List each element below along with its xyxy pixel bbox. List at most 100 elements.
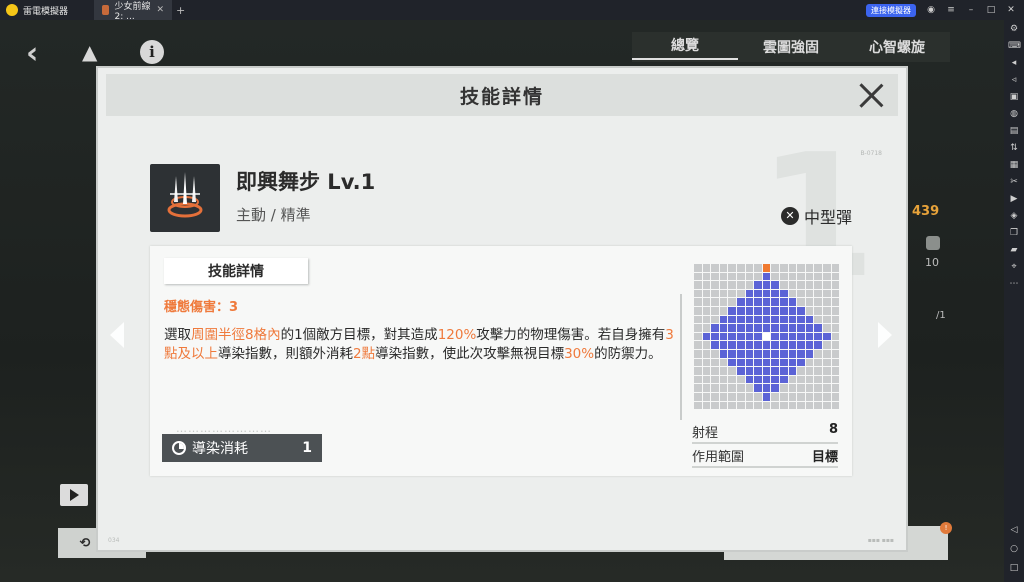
shake-icon[interactable]: ◈ — [1008, 211, 1020, 222]
settings-icon[interactable]: ⚙ — [1008, 24, 1020, 35]
multi-instance-icon[interactable]: ❐ — [1008, 228, 1020, 239]
grid-cell — [805, 306, 814, 315]
video-record-icon[interactable]: ▶ — [1008, 194, 1020, 205]
grid-cell — [788, 272, 797, 281]
grid-cell — [736, 392, 745, 401]
grid-cell-in-range — [788, 332, 797, 341]
tab-cloud-enhance[interactable]: 雲圖強固 — [738, 37, 844, 57]
grid-cell — [822, 341, 831, 349]
grid-cell-in-range — [779, 332, 788, 341]
reset-icon: ⟲ — [79, 535, 91, 551]
android-back-icon[interactable]: ◁ — [1008, 525, 1020, 536]
grid-cell — [797, 392, 805, 401]
close-icon[interactable] — [858, 82, 884, 108]
connect-emulator-button[interactable]: 連接模擬器 — [866, 3, 916, 17]
screenshot-icon[interactable]: ▣ — [1008, 92, 1020, 103]
back-chevron-icon[interactable]: ‹ — [26, 36, 38, 71]
minimize-icon[interactable]: – — [966, 5, 976, 15]
grid-cell-in-range — [745, 375, 754, 384]
tab-mind-spiral[interactable]: 心智螺旋 — [844, 37, 950, 57]
grid-cell-in-range — [754, 298, 762, 306]
grid-cell — [754, 392, 762, 401]
record-icon[interactable]: ◍ — [1008, 109, 1020, 120]
grid-cell — [719, 384, 728, 392]
grid-cell-in-range — [788, 367, 797, 375]
grid-cell-in-range — [754, 289, 762, 298]
arrow-right-icon[interactable] — [878, 322, 892, 348]
grid-cell — [719, 289, 728, 298]
grid-cell — [779, 272, 788, 281]
android-home-icon[interactable]: ○ — [1008, 544, 1020, 555]
grid-cell-in-range — [771, 306, 779, 315]
volume-down-icon[interactable]: ◃ — [1008, 75, 1020, 86]
grid-cell-in-range — [779, 289, 788, 298]
grid-cell-in-range — [719, 332, 728, 341]
grid-cell — [805, 281, 814, 289]
grid-cell-in-range — [754, 367, 762, 375]
grid-cell — [754, 401, 762, 410]
more-icon[interactable]: ⋯ — [1008, 279, 1020, 290]
grid-cell — [702, 264, 711, 272]
grid-cell — [702, 289, 711, 298]
grid-cell — [805, 384, 814, 392]
grid-cell — [797, 264, 805, 272]
grid-cell — [805, 401, 814, 410]
description-scrollbar[interactable] — [680, 294, 682, 420]
maximize-icon[interactable]: □ — [986, 5, 996, 15]
menu-icon[interactable]: ≡ — [946, 5, 956, 15]
emulator-tab-game[interactable]: 少女前線2: ... ✕ — [94, 0, 173, 22]
grid-cell-in-range — [754, 384, 762, 392]
grid-cell-in-range — [736, 315, 745, 324]
grid-cell — [831, 324, 840, 332]
grid-cell — [788, 281, 797, 289]
tab-overview[interactable]: 總覽 — [632, 35, 738, 60]
grid-cell — [814, 367, 822, 375]
sync-icon[interactable]: ⇅ — [1008, 143, 1020, 154]
arrow-left-icon[interactable] — [110, 322, 124, 348]
grid-cell — [797, 375, 805, 384]
folder-icon[interactable]: ▰ — [1008, 245, 1020, 256]
grid-cell-in-range — [762, 367, 771, 375]
grid-cell — [694, 375, 702, 384]
cut-icon[interactable]: ✂ — [1008, 177, 1020, 188]
grid-cell — [831, 306, 840, 315]
grid-cell — [736, 272, 745, 281]
apk-icon[interactable]: ▦ — [1008, 160, 1020, 171]
video-icon[interactable] — [60, 484, 88, 506]
keyboard-icon[interactable]: ⌨ — [1008, 41, 1021, 52]
game-viewport: ‹ ▲ i 總覽 雲圖強固 心智螺旋 439 10 /1 ⟲ 初始 人形試用 !… — [0, 20, 1004, 582]
grid-cell — [736, 401, 745, 410]
grid-cell — [771, 401, 779, 410]
grid-cell — [702, 298, 711, 306]
grid-cell — [814, 375, 822, 384]
grid-cell — [702, 349, 711, 358]
grid-cell — [779, 384, 788, 392]
stat-value: 439 — [912, 204, 940, 219]
grid-cell-in-range — [702, 332, 711, 341]
grid-cell — [711, 306, 719, 315]
grid-cell-in-range — [822, 332, 831, 341]
grid-cell — [831, 272, 840, 281]
operation-icon[interactable]: ▤ — [1008, 126, 1020, 137]
tab-close-icon[interactable]: ✕ — [156, 5, 164, 15]
grid-cell — [822, 358, 831, 367]
android-recent-icon[interactable]: □ — [1008, 563, 1020, 574]
grid-cell-in-range — [797, 358, 805, 367]
drive-icon[interactable]: ▲ — [82, 40, 108, 64]
grid-cell-in-range — [771, 281, 779, 289]
account-icon[interactable]: ◉ — [926, 5, 936, 15]
location-icon[interactable]: ⌖ — [1008, 262, 1020, 273]
grid-cell-in-range — [779, 324, 788, 332]
info-icon[interactable]: i — [140, 40, 164, 64]
area-value: 目標 — [811, 450, 838, 465]
close-window-icon[interactable]: ✕ — [1006, 5, 1016, 15]
grid-cell-in-range — [771, 341, 779, 349]
grid-cell — [814, 298, 822, 306]
grid-cell — [711, 392, 719, 401]
cost-label: 導染消耗 — [192, 441, 248, 457]
modal-header: 技能詳情 — [106, 74, 898, 116]
volume-up-icon[interactable]: ◂ — [1008, 58, 1020, 69]
grid-cell-in-range — [779, 298, 788, 306]
add-tab-icon[interactable]: + — [176, 4, 185, 17]
grid-cell-in-range — [745, 332, 754, 341]
